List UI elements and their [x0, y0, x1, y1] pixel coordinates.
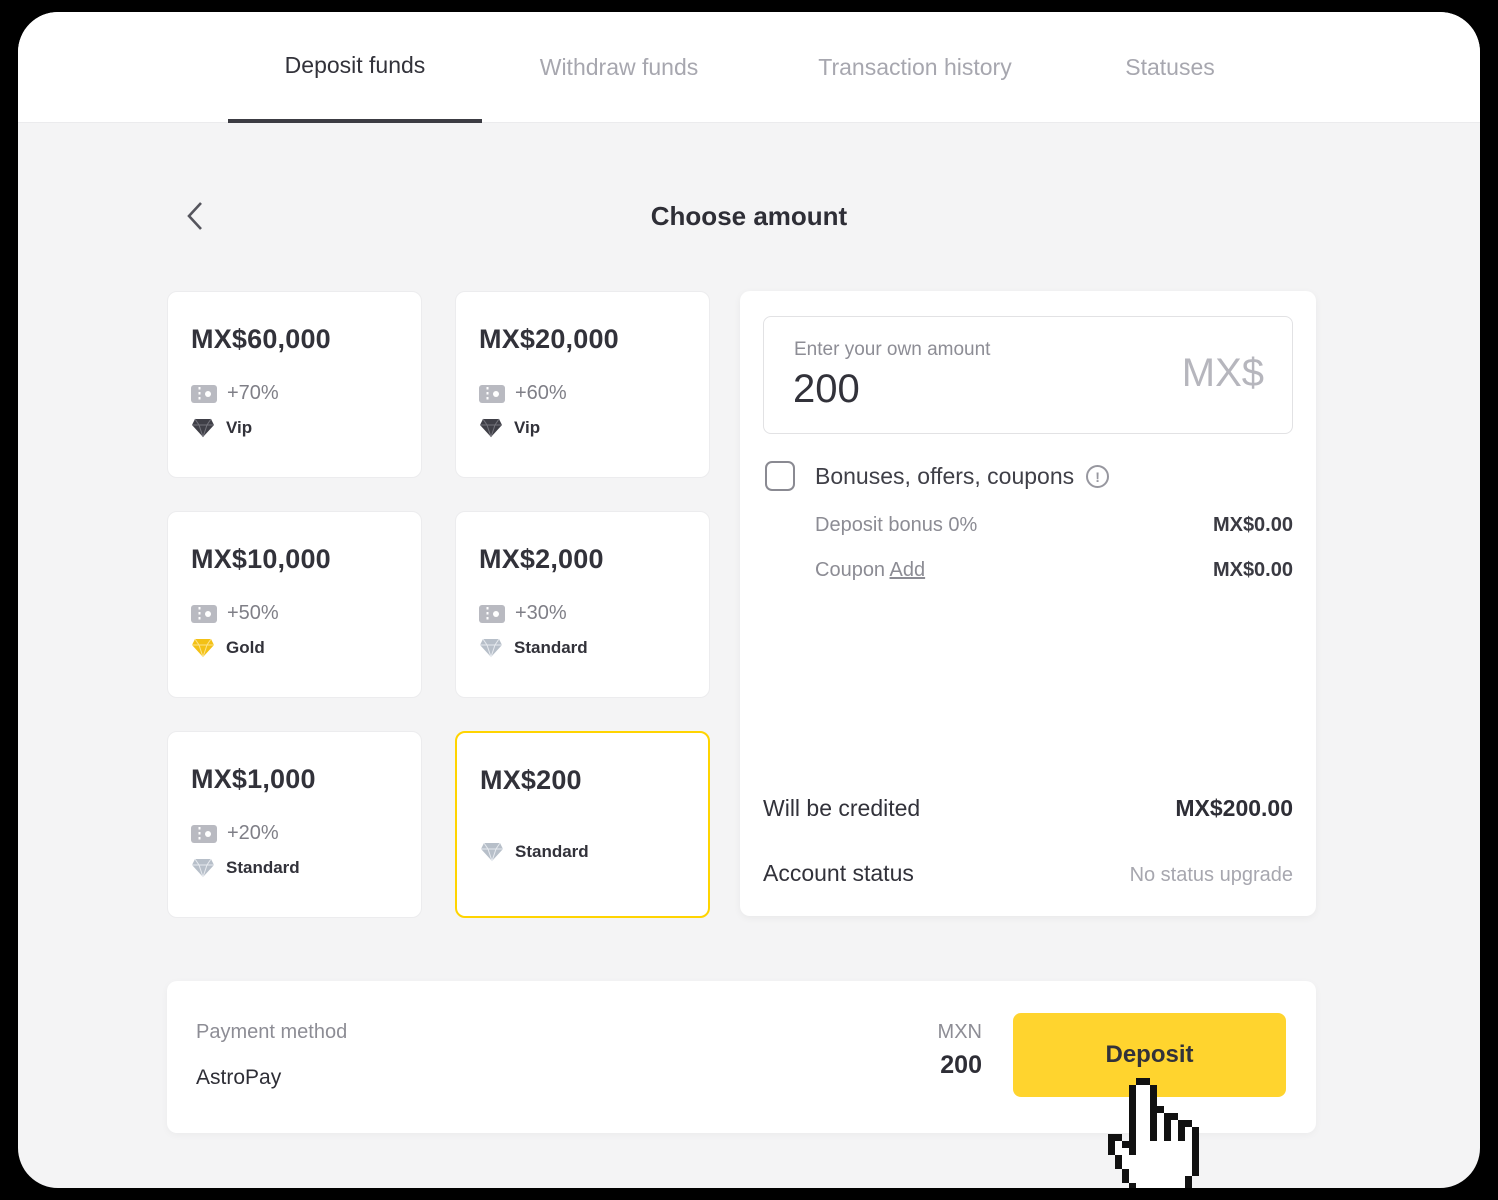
card-bonus-label: +70% [227, 382, 279, 405]
amount-card-20000[interactable]: MX$20,000 +60% Vip [455, 291, 710, 478]
deposit-bonus-value: MX$0.00 [1213, 514, 1293, 537]
page-title: Choose amount [18, 201, 1480, 232]
deposit-button[interactable]: Deposit [1013, 1013, 1286, 1097]
coupon-label-group: Coupon Add [815, 559, 925, 582]
amount-card-1000[interactable]: MX$1,000 +20% Standard [167, 731, 422, 918]
card-amount: MX$10,000 [191, 544, 399, 575]
coupon-label: Coupon [815, 559, 885, 581]
card-amount: MX$200 [480, 765, 686, 796]
card-amount: MX$1,000 [191, 764, 399, 795]
card-amount: MX$20,000 [479, 324, 687, 355]
amount-card-2000[interactable]: MX$2,000 +30% Standard [455, 511, 710, 698]
card-tier-label: Standard [226, 858, 300, 878]
account-status-value: No status upgrade [1130, 864, 1293, 887]
credited-row: Will be credited MX$200.00 [763, 795, 1293, 822]
ticket-icon [191, 824, 217, 844]
diamond-icon [479, 638, 503, 658]
card-bonus-label: +60% [515, 382, 567, 405]
diamond-icon [480, 842, 504, 862]
card-bonus-row: +30% [479, 602, 687, 625]
tab-deposit-funds[interactable]: Deposit funds [228, 12, 482, 123]
card-tier-label: Standard [514, 638, 588, 658]
card-tier-row: Gold [191, 638, 399, 658]
coupon-row: Coupon Add MX$0.00 [815, 559, 1293, 582]
ticket-icon [479, 384, 505, 404]
deposit-bonus-row: Deposit bonus 0% MX$0.00 [815, 514, 1293, 537]
bonuses-label: Bonuses, offers, coupons [815, 463, 1074, 490]
summary-panel: Enter your own amount 200 MX$ Bonuses, o… [740, 291, 1316, 916]
ticket-icon [191, 384, 217, 404]
custom-amount-value: 200 [793, 367, 860, 412]
info-exclamation-icon[interactable]: ! [1086, 465, 1109, 488]
account-status-label: Account status [763, 860, 914, 887]
diamond-icon [191, 418, 215, 438]
payment-method-label: Payment method [196, 1021, 347, 1044]
tab-transaction-history[interactable]: Transaction history [818, 12, 1011, 123]
coupon-add-link[interactable]: Add [890, 559, 926, 581]
diamond-icon [191, 858, 215, 878]
amount-card-60000[interactable]: MX$60,000 +70% Vip [167, 291, 422, 478]
ticket-icon [479, 604, 505, 624]
card-bonus-row: +20% [191, 822, 399, 845]
bonuses-label-row: Bonuses, offers, coupons ! [815, 463, 1109, 490]
amount-card-200-selected[interactable]: MX$200 Standard [455, 731, 710, 918]
card-amount: MX$60,000 [191, 324, 399, 355]
card-tier-row: Standard [191, 858, 399, 878]
card-tier-label: Standard [515, 842, 589, 862]
currency-symbol: MX$ [1182, 351, 1264, 396]
amount-card-10000[interactable]: MX$10,000 +50% Gold [167, 511, 422, 698]
payment-bar: Payment method AstroPay MXN 200 Deposit [167, 981, 1316, 1133]
card-tier-row: Vip [479, 418, 687, 438]
payment-method-value: AstroPay [196, 1066, 281, 1090]
card-tier-row: Standard [479, 638, 687, 658]
deposit-bonus-label: Deposit bonus 0% [815, 514, 977, 537]
currency-code: MXN [938, 1021, 982, 1044]
card-tier-row: Vip [191, 418, 399, 438]
card-amount: MX$2,000 [479, 544, 687, 575]
account-status-row: Account status No status upgrade [763, 860, 1293, 887]
custom-amount-input[interactable]: Enter your own amount 200 MX$ [763, 316, 1293, 434]
card-tier-label: Gold [226, 638, 265, 658]
deposit-page: Deposit funds Withdraw funds Transaction… [18, 12, 1480, 1188]
diamond-icon [191, 638, 215, 658]
tab-statuses[interactable]: Statuses [1125, 12, 1215, 123]
coupon-value: MX$0.00 [1213, 559, 1293, 582]
tab-withdraw-funds[interactable]: Withdraw funds [540, 12, 699, 123]
payment-amount: 200 [940, 1051, 982, 1080]
card-tier-row: Standard [480, 842, 686, 862]
card-bonus-label: +50% [227, 602, 279, 625]
card-bonus-row: +50% [191, 602, 399, 625]
card-bonus-label: +30% [515, 602, 567, 625]
custom-amount-label: Enter your own amount [794, 339, 990, 361]
card-tier-label: Vip [226, 418, 252, 438]
card-bonus-row: +70% [191, 382, 399, 405]
amount-card-grid: MX$60,000 +70% Vip MX$20,000 +60% Vip MX… [167, 291, 710, 918]
card-tier-label: Vip [514, 418, 540, 438]
diamond-icon [479, 418, 503, 438]
credited-label: Will be credited [763, 795, 920, 822]
tab-bar: Deposit funds Withdraw funds Transaction… [18, 12, 1480, 123]
bonuses-checkbox[interactable] [765, 461, 795, 491]
card-bonus-row: +60% [479, 382, 687, 405]
ticket-icon [191, 604, 217, 624]
credited-value: MX$200.00 [1175, 795, 1293, 822]
card-bonus-label: +20% [227, 822, 279, 845]
